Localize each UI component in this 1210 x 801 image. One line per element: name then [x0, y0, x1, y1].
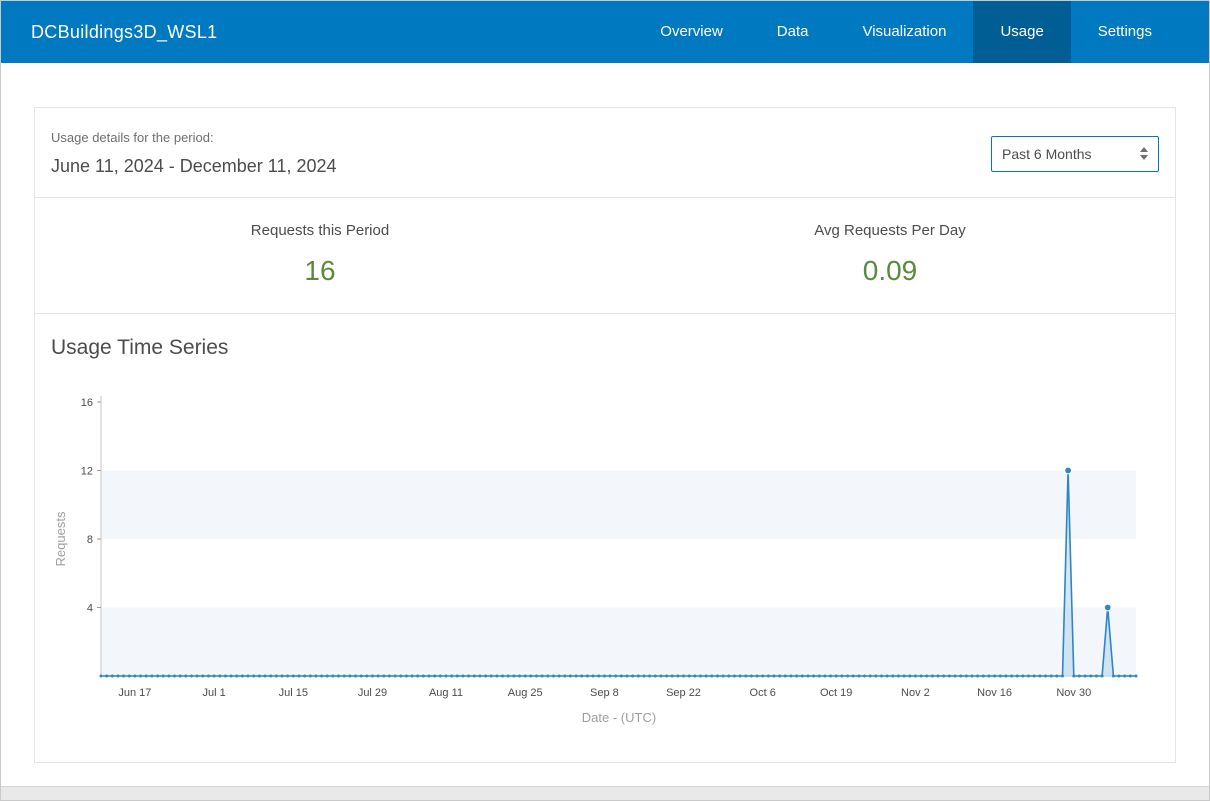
stat-label: Avg Requests Per Day	[814, 222, 966, 239]
usage-card: Usage details for the period: June 11, 2…	[34, 107, 1176, 763]
svg-text:Sep 22: Sep 22	[666, 687, 701, 699]
svg-text:Jun 17: Jun 17	[118, 687, 151, 699]
usage-time-series-section: Usage Time Series 4 8 12 16 Jun 17 Jul 1 Jul 1…	[35, 314, 1175, 762]
period-range: June 11, 2024 - December 11, 2024	[51, 156, 337, 176]
window-bottom-edge	[1, 786, 1209, 800]
svg-text:Requests: Requests	[53, 511, 68, 566]
tab-overview[interactable]: Overview	[633, 1, 750, 63]
period-select-value: Past 6 Months	[1002, 145, 1092, 162]
tab-data[interactable]: Data	[750, 1, 836, 63]
period-label: Usage details for the period:	[51, 130, 214, 145]
usage-stats: Requests this Period 16 Avg Requests Per…	[35, 198, 1175, 313]
section-title: Usage Time Series	[51, 336, 229, 359]
period-info: Usage details for the period: June 11, 2…	[51, 130, 337, 177]
svg-text:Nov 30: Nov 30	[1056, 687, 1091, 699]
tab-usage[interactable]: Usage	[973, 1, 1071, 63]
usage-content: Usage details for the period: June 11, 2…	[1, 107, 1209, 763]
svg-text:Date - (UTC): Date - (UTC)	[582, 710, 656, 725]
usage-time-series-chart: 4 8 12 16 Jun 17 Jul 1 Jul 15 Jul 29 Aug 11 Aug 2…	[51, 376, 1159, 728]
tab-visualization[interactable]: Visualization	[835, 1, 973, 63]
svg-text:Jul 1: Jul 1	[202, 687, 225, 699]
item-title: DCBuildings3D_WSL1	[31, 21, 218, 42]
stat-value: 0.09	[862, 255, 918, 286]
svg-text:Jul 15: Jul 15	[279, 687, 308, 699]
period-select[interactable]: Past 6 Months	[991, 135, 1159, 172]
svg-text:Jul 29: Jul 29	[358, 687, 387, 699]
svg-text:Nov 2: Nov 2	[901, 687, 930, 699]
stat-value: 16	[304, 255, 336, 286]
period-row: Usage details for the period: June 11, 2…	[35, 108, 1175, 197]
svg-text:Nov 16: Nov 16	[977, 687, 1012, 699]
svg-text:Oct 6: Oct 6	[750, 687, 776, 699]
stat-avg-requests-per-day: Avg Requests Per Day 0.09	[605, 222, 1175, 287]
tab-settings[interactable]: Settings	[1071, 1, 1179, 63]
svg-text:4: 4	[87, 603, 93, 615]
svg-text:8: 8	[87, 534, 93, 546]
item-usage-page: DCBuildings3D_WSL1 Overview Data Visuali…	[0, 0, 1210, 801]
svg-text:Aug 25: Aug 25	[508, 687, 543, 699]
svg-text:Oct 19: Oct 19	[820, 687, 852, 699]
item-header-bar: DCBuildings3D_WSL1 Overview Data Visuali…	[1, 1, 1209, 63]
svg-text:Aug 11: Aug 11	[429, 687, 463, 699]
svg-text:Sep 8: Sep 8	[590, 687, 619, 699]
stat-requests-period: Requests this Period 16	[35, 222, 605, 287]
svg-text:12: 12	[81, 466, 93, 478]
stat-label: Requests this Period	[250, 222, 390, 239]
select-arrows-icon	[1140, 147, 1150, 160]
svg-text:16: 16	[81, 397, 93, 409]
item-tabs: Overview Data Visualization Usage Settin…	[633, 1, 1179, 63]
